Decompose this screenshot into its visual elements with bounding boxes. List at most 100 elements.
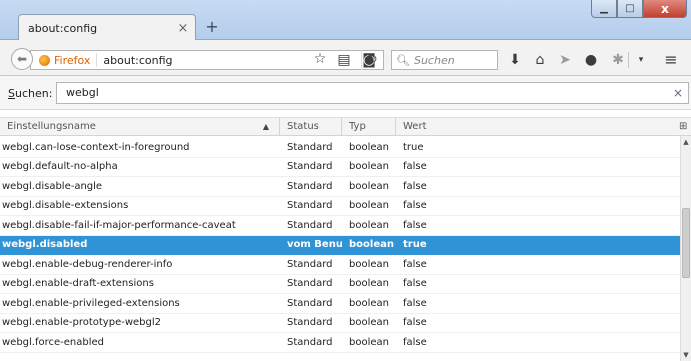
reading-list-icon[interactable]: ▤ — [335, 52, 353, 68]
pref-type-cell: boolean — [349, 297, 389, 309]
filter-label: Suchen: — [8, 87, 52, 100]
toolbar-separator — [628, 52, 629, 68]
maximize-button[interactable]: □ — [617, 0, 643, 18]
download-icon[interactable]: ⬇ — [506, 52, 524, 68]
pref-value-cell: false — [403, 219, 427, 231]
filter-input[interactable]: webgl — [56, 82, 689, 104]
pref-status-cell: Standard — [287, 317, 333, 329]
pref-status-cell: Standard — [287, 297, 333, 309]
table-row[interactable]: webgl.default-no-alpha Standard boolean fal… — [0, 158, 680, 177]
table-row[interactable]: webgl.enable-draft-extensions Standard boo… — [0, 275, 680, 294]
pref-status-cell: vom Benut... — [287, 239, 342, 251]
home-icon[interactable]: ⌂ — [531, 52, 549, 68]
navigation-toolbar: Firefox about:config ↻ ⬅ ☆ ▤ ◙ 🔍︎ Suchen… — [0, 40, 691, 76]
bookmark-star-icon[interactable]: ☆ — [311, 51, 329, 67]
pref-value-cell: false — [403, 336, 427, 348]
pref-status-cell: Standard — [287, 161, 333, 173]
pref-type-cell: boolean — [349, 336, 389, 348]
pref-type-cell: boolean — [349, 239, 394, 251]
pref-status-cell: Standard — [287, 180, 333, 192]
pref-value-cell: true — [403, 239, 427, 251]
column-picker-icon[interactable]: ⊞ — [677, 118, 691, 136]
pref-value-cell: false — [403, 258, 427, 270]
site-identity[interactable]: Firefox — [31, 53, 98, 67]
pref-type-cell: boolean — [349, 161, 389, 173]
table-row[interactable]: webgl.disable-fail-if-major-performance-… — [0, 216, 680, 236]
pref-value-cell: false — [403, 297, 427, 309]
vertical-scrollbar[interactable]: ▲ ▼ — [680, 136, 691, 361]
pref-name-cell: webgl.enable-prototype-webgl2 — [2, 317, 161, 329]
column-header-name-label: Einstellungsname — [7, 121, 96, 132]
column-header-type[interactable]: Typ — [342, 118, 396, 136]
pref-name-cell: webgl.can-lose-context-in-foreground — [2, 141, 190, 153]
column-header-value[interactable]: Wert — [396, 118, 676, 136]
menu-icon[interactable]: ≡ — [662, 52, 680, 68]
url-bar[interactable]: Firefox about:config ↻ — [30, 50, 384, 70]
table-row[interactable]: webgl.disable-extensions Standard boolean f… — [0, 197, 680, 216]
tab-about-config[interactable]: about:config × — [18, 14, 196, 41]
pref-status-cell: Standard — [287, 200, 333, 212]
pref-name-cell: webgl.force-enabled — [2, 336, 105, 348]
extension-icon[interactable]: ✱ — [609, 52, 627, 68]
share-icon[interactable]: ➤ — [556, 52, 574, 68]
pref-type-cell: boolean — [349, 258, 389, 270]
pref-type-cell: boolean — [349, 317, 389, 329]
window-controls: ▁ □ x — [591, 0, 687, 18]
pref-status-cell: Standard — [287, 258, 333, 270]
table-row[interactable]: webgl.enable-debug-renderer-info Standard… — [0, 255, 680, 275]
table-row[interactable]: webgl.force-enabled Standard boolean false — [0, 333, 680, 353]
firefox-logo-icon — [39, 54, 50, 66]
scroll-down-icon[interactable]: ▼ — [681, 351, 691, 359]
clear-filter-icon[interactable]: × — [673, 86, 683, 100]
column-header-status[interactable]: Status — [280, 118, 342, 136]
scroll-up-icon[interactable]: ▲ — [681, 138, 691, 146]
pref-name-cell: webgl.disable-fail-if-major-performance-… — [2, 219, 236, 231]
table-row[interactable]: webgl.disabled vom Benut... boolean true — [0, 235, 680, 255]
pocket-icon[interactable]: ◙ — [360, 52, 378, 68]
pref-value-cell: true — [403, 141, 424, 153]
search-icon: 🔍︎ — [396, 53, 410, 67]
filter-bar: Suchen: webgl × — [0, 76, 691, 110]
close-window-button[interactable]: x — [643, 0, 687, 18]
pref-name-cell: webgl.enable-draft-extensions — [2, 278, 154, 290]
pref-value-cell: false — [403, 278, 427, 290]
search-placeholder: Suchen — [413, 53, 455, 67]
chat-icon[interactable]: ● — [582, 52, 600, 68]
pref-type-cell: boolean — [349, 180, 389, 192]
dropdown-icon[interactable]: ▾ — [632, 52, 650, 68]
table-row[interactable]: webgl.can-lose-context-in-foreground Stan… — [0, 138, 680, 158]
pref-status-cell: Standard — [287, 336, 333, 348]
pref-type-cell: boolean — [349, 200, 389, 212]
back-icon[interactable]: ⬅ — [11, 48, 33, 70]
search-input[interactable]: 🔍︎ Suchen — [391, 50, 498, 70]
pref-name-cell: webgl.disable-extensions — [2, 200, 129, 212]
pref-name-cell: webgl.default-no-alpha — [2, 161, 118, 173]
pref-type-cell: boolean — [349, 141, 389, 153]
column-header-name[interactable]: Einstellungsname ▲ — [0, 118, 280, 136]
filter-label-rest: uchen: — [14, 87, 53, 100]
pref-type-cell: boolean — [349, 219, 389, 231]
minimize-button[interactable]: ▁ — [591, 0, 617, 18]
table-header: Einstellungsname ▲ Status Typ Wert ⊞ — [0, 117, 691, 136]
filter-label-accesskey: S — [8, 87, 15, 100]
table-row[interactable]: webgl.disable-angle Standard boolean false — [0, 177, 680, 197]
pref-status-cell: Standard — [287, 278, 333, 290]
sort-ascending-icon: ▲ — [262, 122, 269, 131]
new-tab-button[interactable]: + — [203, 18, 221, 36]
identity-label: Firefox — [54, 53, 91, 67]
scrollbar-thumb[interactable] — [682, 208, 690, 278]
tab-close-icon[interactable]: × — [175, 21, 191, 36]
pref-name-cell: webgl.disable-angle — [2, 180, 103, 192]
table-row[interactable]: webgl.enable-prototype-webgl2 Standard boo… — [0, 314, 680, 333]
pref-value-cell: false — [403, 180, 427, 192]
pref-value-cell: false — [403, 200, 427, 212]
table-row[interactable]: webgl.enable-privileged-extensions Standa… — [0, 294, 680, 314]
tab-title: about:config — [28, 21, 98, 35]
pref-value-cell: false — [403, 317, 427, 329]
pref-name-cell: webgl.enable-privileged-extensions — [2, 297, 180, 309]
title-bar: about:config × + ▁ □ x — [0, 0, 691, 41]
preferences-table: webgl.can-lose-context-in-foreground Stan… — [0, 138, 680, 353]
pref-status-cell: Standard — [287, 141, 333, 153]
pref-status-cell: Standard — [287, 219, 333, 231]
pref-name-cell: webgl.enable-debug-renderer-info — [2, 258, 173, 270]
